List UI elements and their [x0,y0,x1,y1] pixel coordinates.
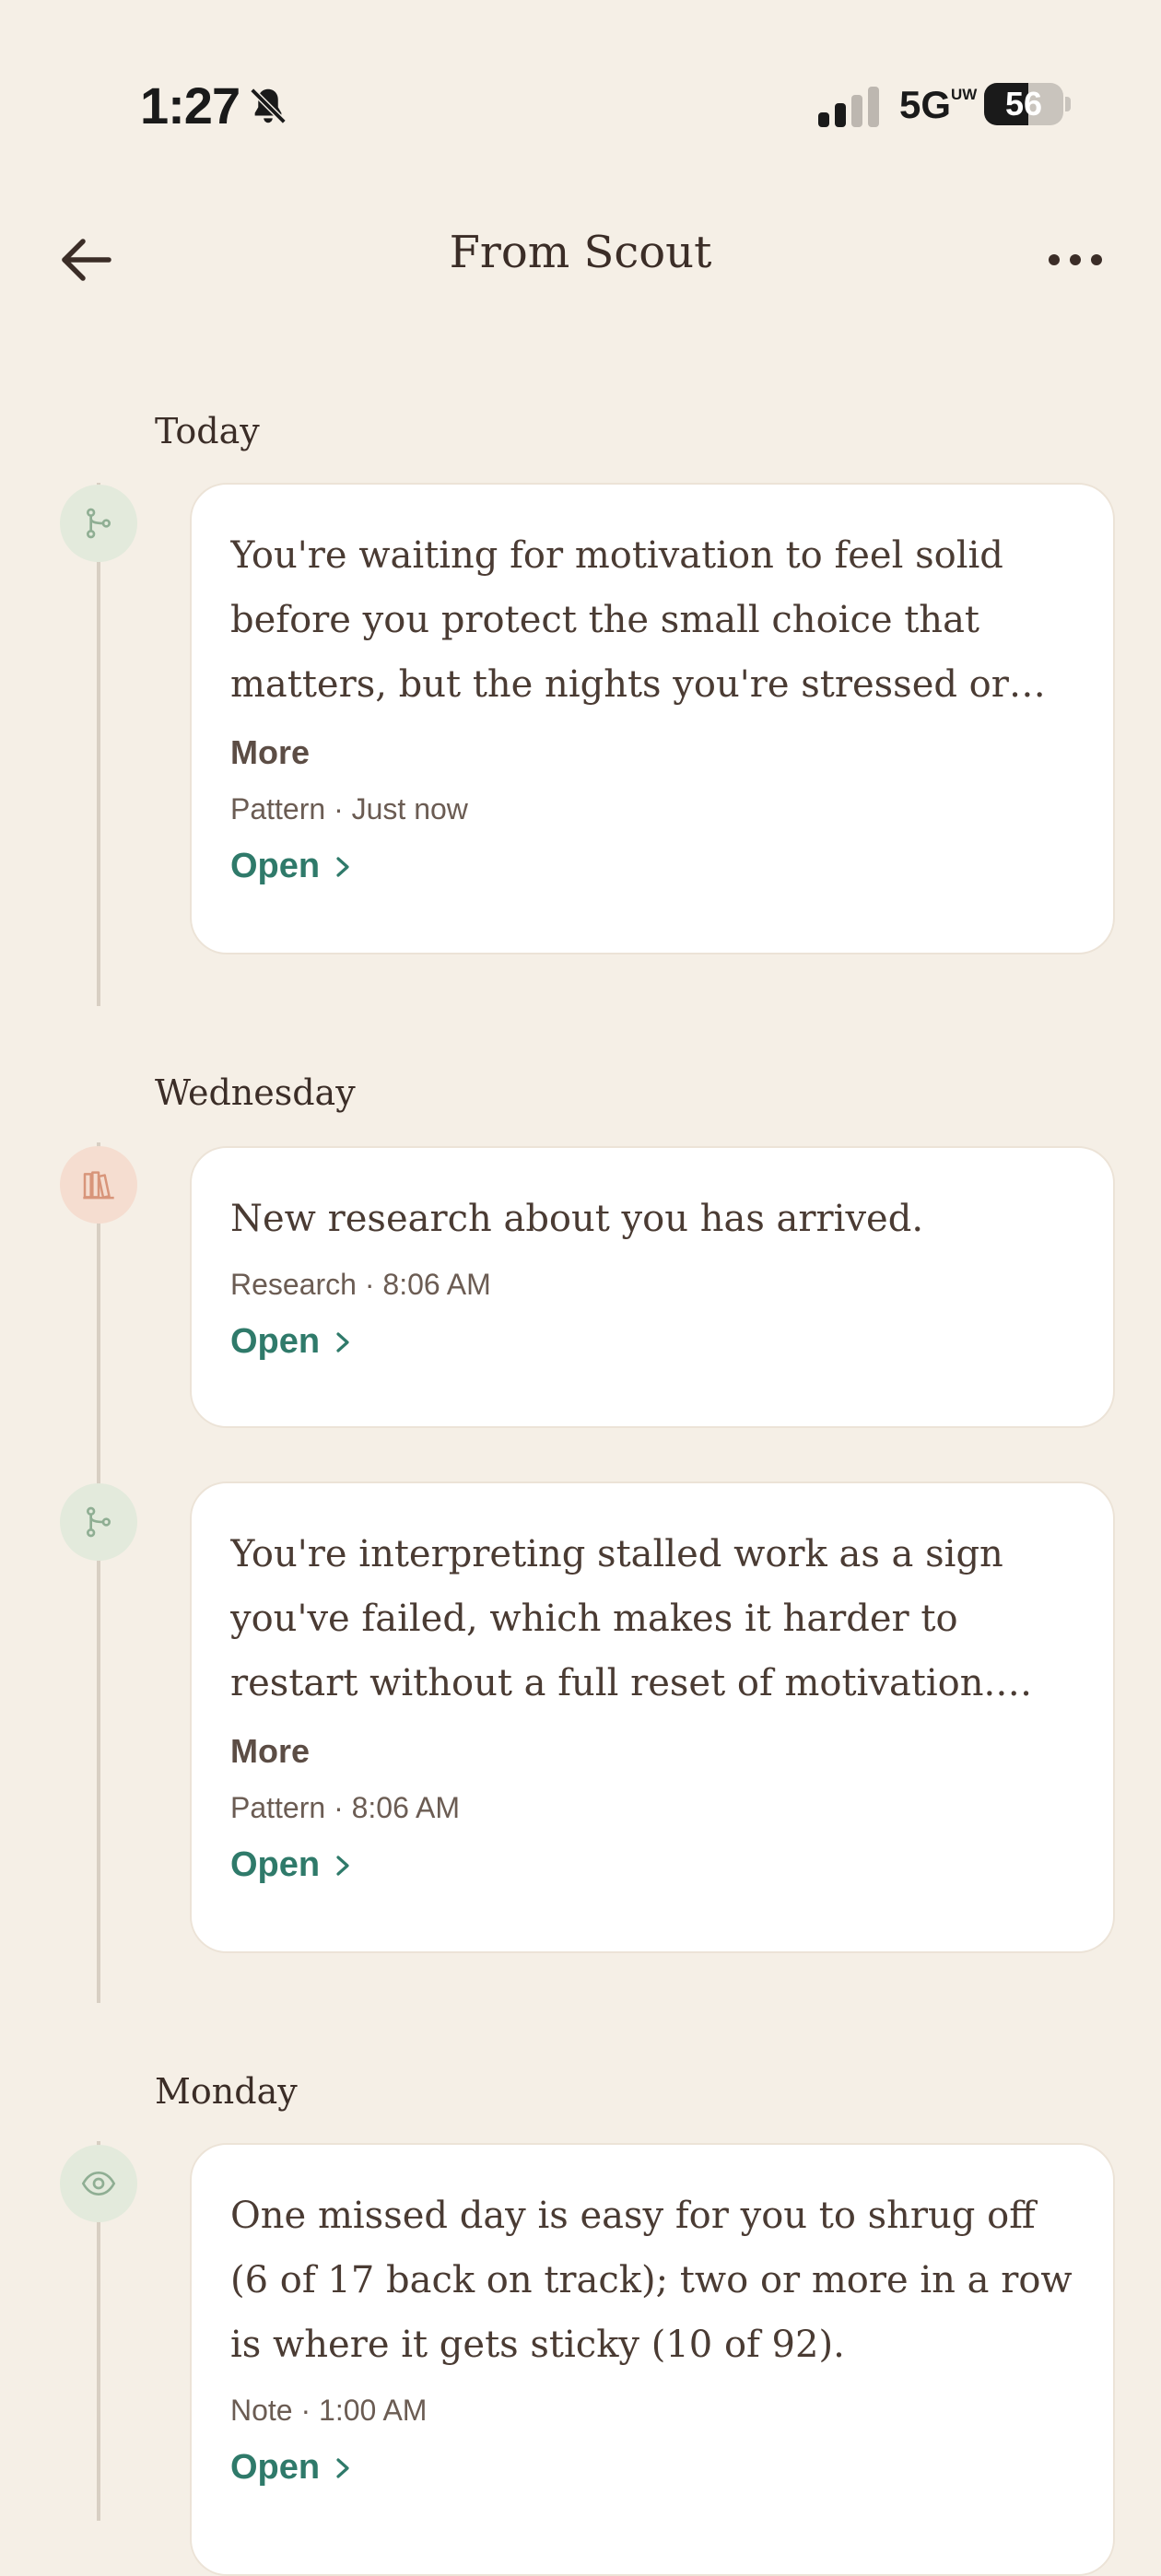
network-type: 5GUW [899,83,978,127]
card-meta: Research · 8:06 AM [230,1268,491,1301]
open-link[interactable]: Open [230,1322,1074,1362]
network-badge: UW [951,86,978,103]
more-options-button[interactable] [1047,241,1104,278]
branch-icon [87,1506,111,1538]
day-label-monday: Monday [155,2071,298,2112]
timeline-node [60,2145,137,2222]
battery-level: 56 [1004,85,1043,123]
open-label: Open [230,2448,321,2487]
card-text: New research about you has arrived. [230,1198,924,1240]
day-label-today: Today [155,411,260,451]
ellipsis-icon [1049,254,1102,265]
books-icon [83,1171,114,1200]
timeline-node [60,485,137,562]
card-meta: Pattern · Just now [230,792,468,825]
open-label: Open [230,847,321,885]
timeline-node [60,1146,137,1224]
eye-icon [81,2171,116,2196]
card-meta: Pattern · 8:06 AM [230,1791,461,1824]
more-link[interactable]: More [230,733,1074,772]
timeline-node [60,1483,137,1561]
open-link[interactable]: Open [230,847,1074,886]
open-link[interactable]: Open [230,1845,1074,1885]
branch-icon [87,508,111,539]
open-label: Open [230,1322,321,1361]
open-link[interactable]: Open [230,2448,1074,2488]
chevron-right-icon [336,2457,349,2478]
card-text: You're interpreting stalled work as a si… [230,1533,1003,1704]
open-label: Open [230,1845,321,1884]
feed-card[interactable]: You're waiting for motivation to feel so… [190,483,1115,954]
chevron-right-icon [336,1331,349,1352]
card-meta: Note · 1:00 AM [230,2394,428,2427]
chevron-right-icon [336,1855,349,1876]
battery-icon: 56 [984,83,1071,125]
timeline-rail [97,1142,100,2003]
card-text: You're waiting for motivation to feel so… [230,534,1009,706]
more-link[interactable]: More [230,1732,1074,1771]
day-label-wednesday: Wednesday [155,1072,356,1113]
page-title: From Scout [449,227,712,278]
network-label: 5G [899,83,952,126]
feed-card[interactable]: You're interpreting stalled work as a si… [190,1481,1115,1953]
cellular-signal-icon [818,87,879,127]
chevron-right-icon [336,856,349,877]
bell-muted-icon [250,88,287,124]
status-time: 1:27 [140,76,240,135]
status-bar: 1:27 5GUW 56 [0,0,1161,184]
feed-card[interactable]: One missed day is easy for you to shrug … [190,2143,1115,2576]
feed-card[interactable]: New research about you has arrived. Rese… [190,1146,1115,1428]
card-text: One missed day is easy for you to shrug … [230,2195,1073,2366]
